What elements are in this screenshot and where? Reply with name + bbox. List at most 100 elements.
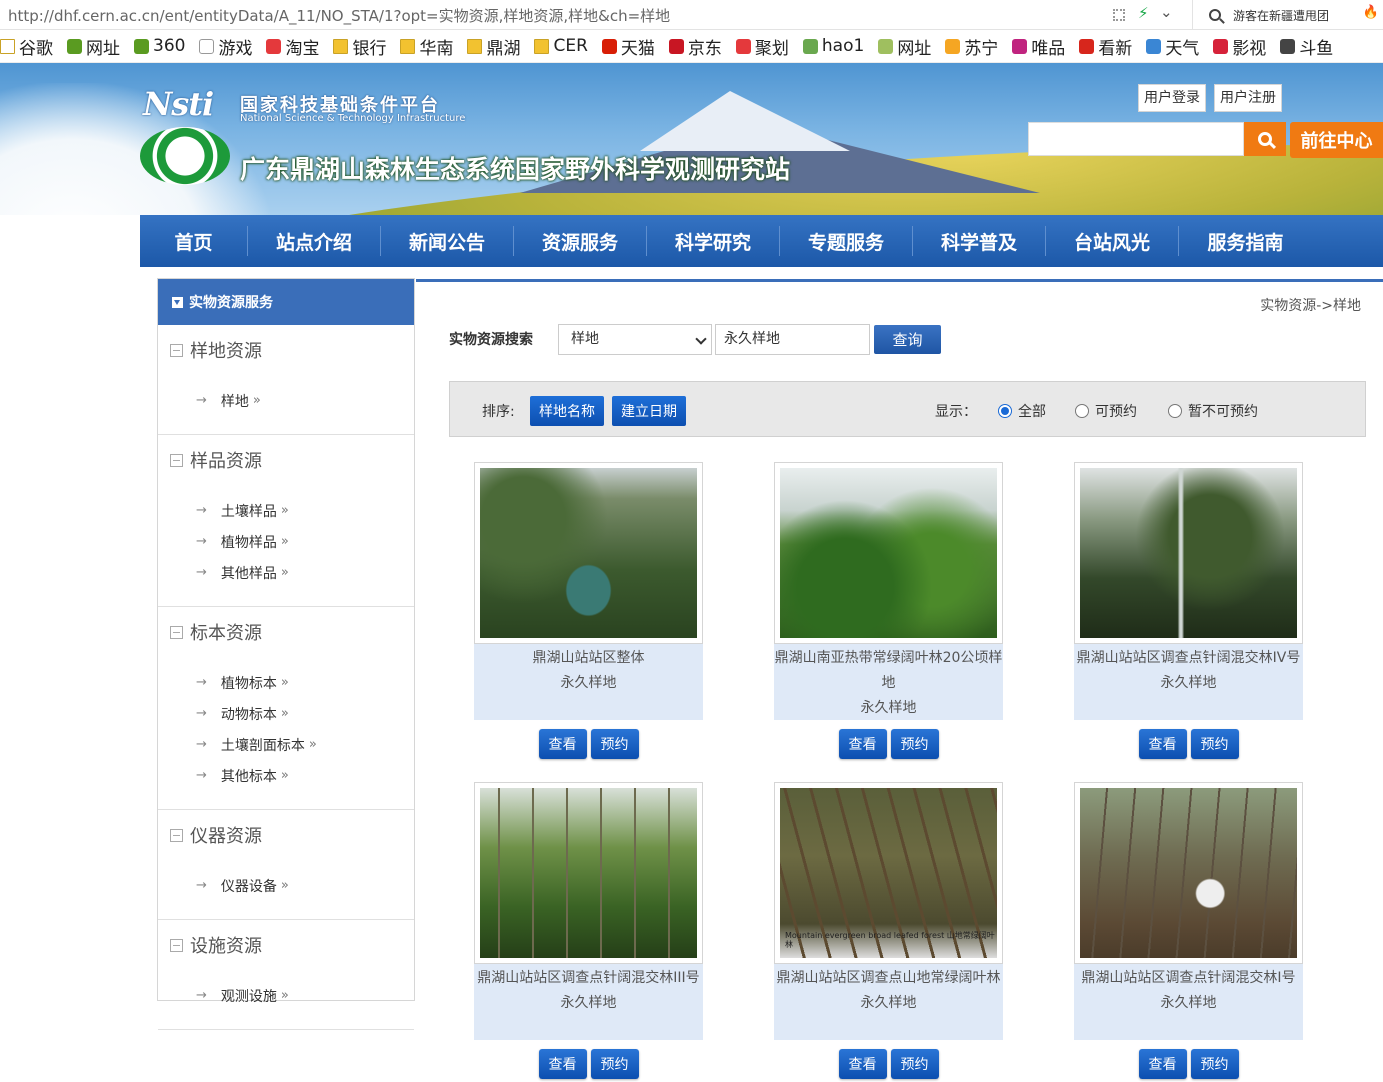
nsti-logo[interactable]: Nsti: [143, 85, 231, 123]
plot-photo[interactable]: [480, 468, 697, 638]
sidebar-group-title[interactable]: 仪器资源: [158, 810, 414, 860]
bookmark-item[interactable]: 淘宝: [266, 34, 319, 59]
bookmark-item[interactable]: 苏宁: [945, 34, 998, 59]
sidebar-sub-item[interactable]: → 样地»: [158, 385, 414, 416]
bookmark-item[interactable]: 斗鱼: [1280, 34, 1333, 59]
login-button[interactable]: 用户登录: [1138, 84, 1206, 112]
resource-type-select[interactable]: 样地: [558, 324, 712, 355]
bookmark-label: 网址: [86, 38, 120, 59]
bookmark-item[interactable]: 天气: [1146, 34, 1199, 59]
radio-all[interactable]: 全部: [998, 401, 1046, 421]
sidebar-header[interactable]: 实物资源服务: [158, 279, 414, 325]
bookmark-item[interactable]: 华南: [400, 34, 453, 59]
bookmark-item[interactable]: CER: [534, 36, 588, 56]
bookmark-item[interactable]: hao1: [802, 36, 864, 56]
nav-item[interactable]: 科学普及: [913, 226, 1046, 256]
nav-item[interactable]: 首页: [140, 226, 248, 256]
hot-icon[interactable]: 🔥: [1363, 5, 1379, 20]
sort-by-name-button[interactable]: 样地名称: [530, 396, 604, 426]
reserve-button[interactable]: 预约: [890, 729, 939, 759]
sidebar-sub-item[interactable]: → 观测设施»: [158, 980, 414, 1011]
sidebar-sub-item[interactable]: → 植物标本»: [158, 667, 414, 698]
plot-name[interactable]: 鼎湖山站站区调查点针阔混交林III号: [474, 966, 703, 991]
view-button[interactable]: 查看: [1138, 1049, 1187, 1079]
bookmark-item[interactable]: 游戏: [199, 34, 252, 59]
double-chevron-icon: »: [280, 768, 289, 783]
sort-by-date-button[interactable]: 建立日期: [612, 396, 686, 426]
nav-item[interactable]: 资源服务: [514, 226, 647, 256]
go-to-center-button[interactable]: 前往中心: [1290, 122, 1383, 158]
keyword-input[interactable]: 永久样地: [715, 324, 870, 355]
plot-photo[interactable]: [780, 468, 997, 638]
plot-name[interactable]: 鼎湖山南亚热带常绿阔叶林20公顷样地: [774, 646, 1003, 696]
plot-photo[interactable]: [1080, 468, 1297, 638]
sidebar-sub-item[interactable]: → 仪器设备»: [158, 870, 414, 901]
nav-item[interactable]: 台站风光: [1046, 226, 1179, 256]
bookmark-item[interactable]: 鼎湖: [467, 34, 520, 59]
nav-item[interactable]: 新闻公告: [381, 226, 514, 256]
collapse-icon: [170, 453, 183, 467]
chevron-down-icon[interactable]: ⌄: [1160, 3, 1173, 21]
bookmark-item[interactable]: 360: [134, 36, 185, 56]
bookmark-item[interactable]: 影视: [1213, 34, 1266, 59]
reserve-button[interactable]: 预约: [890, 1049, 939, 1079]
reserve-button[interactable]: 预约: [1190, 1049, 1239, 1079]
lightning-icon[interactable]: ⚡: [1138, 4, 1149, 22]
query-button[interactable]: 查询: [874, 325, 941, 354]
bookmark-item[interactable]: 京东: [668, 34, 722, 59]
plot-photo-frame[interactable]: Mountain evergreen broad leafed forest 山…: [774, 782, 1003, 964]
bookmark-item[interactable]: 银行: [333, 34, 386, 59]
reserve-button[interactable]: 预约: [590, 729, 639, 759]
bookmark-item[interactable]: 聚划: [735, 34, 789, 59]
bookmark-item[interactable]: 天猫: [601, 34, 655, 59]
reserve-button[interactable]: 预约: [1190, 729, 1239, 759]
radio-reservable[interactable]: 可预约: [1075, 401, 1137, 421]
bookmark-item[interactable]: 网址: [67, 34, 120, 59]
nav-item[interactable]: 服务指南: [1179, 226, 1312, 256]
view-button[interactable]: 查看: [838, 729, 887, 759]
sidebar-sub-item[interactable]: → 其他标本»: [158, 760, 414, 791]
cern-logo[interactable]: [140, 127, 230, 185]
sidebar-group-title[interactable]: 样地资源: [158, 325, 414, 375]
plot-photo[interactable]: [480, 788, 697, 958]
sidebar-sub-item[interactable]: → 植物样品»: [158, 526, 414, 557]
register-button[interactable]: 用户注册: [1214, 84, 1282, 112]
qr-code-icon[interactable]: [1113, 9, 1125, 21]
reserve-button[interactable]: 预约: [590, 1049, 639, 1079]
view-button[interactable]: 查看: [838, 1049, 887, 1079]
sidebar-sub-item[interactable]: → 动物标本»: [158, 698, 414, 729]
sidebar-group-title[interactable]: 样品资源: [158, 435, 414, 485]
nav-item[interactable]: 站点介绍: [248, 226, 381, 256]
sidebar-sub-item[interactable]: → 土壤样品»: [158, 495, 414, 526]
radio-not-reservable[interactable]: 暂不可预约: [1168, 401, 1258, 421]
bookmark-item[interactable]: 唯品: [1012, 34, 1065, 59]
view-button[interactable]: 查看: [538, 1049, 587, 1079]
plot-photo-frame[interactable]: [474, 462, 703, 644]
sidebar-sub-item[interactable]: → 其他样品»: [158, 557, 414, 588]
view-button[interactable]: 查看: [1138, 729, 1187, 759]
plot-photo-frame[interactable]: [774, 462, 1003, 644]
bookmark-item[interactable]: 看新: [1079, 34, 1132, 59]
plot-name[interactable]: 鼎湖山站站区调查点针阔混交林I号: [1074, 966, 1303, 991]
plot-photo[interactable]: [1080, 788, 1297, 958]
plot-photo-frame[interactable]: [1074, 462, 1303, 644]
plot-photo-frame[interactable]: [1074, 782, 1303, 964]
bookmark-label: 淘宝: [285, 38, 320, 59]
view-button[interactable]: 查看: [538, 729, 587, 759]
url-text[interactable]: http://dhf.cern.ac.cn/ent/entityData/A_1…: [8, 5, 1098, 26]
nav-item[interactable]: 专题服务: [780, 226, 913, 256]
sidebar-group-title[interactable]: 设施资源: [158, 920, 414, 970]
bookmark-item[interactable]: 网址: [878, 34, 931, 59]
plot-name[interactable]: 鼎湖山站站区整体: [474, 646, 703, 671]
site-search-button[interactable]: [1244, 122, 1286, 156]
site-search-input[interactable]: [1028, 122, 1244, 156]
nav-item[interactable]: 科学研究: [647, 226, 780, 256]
plot-name[interactable]: 鼎湖山站站区调查点针阔混交林IV号: [1074, 646, 1303, 671]
bookmark-item[interactable]: 谷歌: [0, 34, 53, 59]
plot-photo-frame[interactable]: [474, 782, 703, 964]
sidebar-sub-item[interactable]: → 土壤剖面标本»: [158, 729, 414, 760]
address-bar[interactable]: http://dhf.cern.ac.cn/ent/entityData/A_1…: [0, 0, 1383, 30]
plot-name[interactable]: 鼎湖山站站区调查点山地常绿阔叶林: [774, 966, 1003, 991]
sidebar-group-title[interactable]: 标本资源: [158, 607, 414, 657]
browser-search-box[interactable]: 游客在新疆遭甩团: [1192, 0, 1383, 30]
